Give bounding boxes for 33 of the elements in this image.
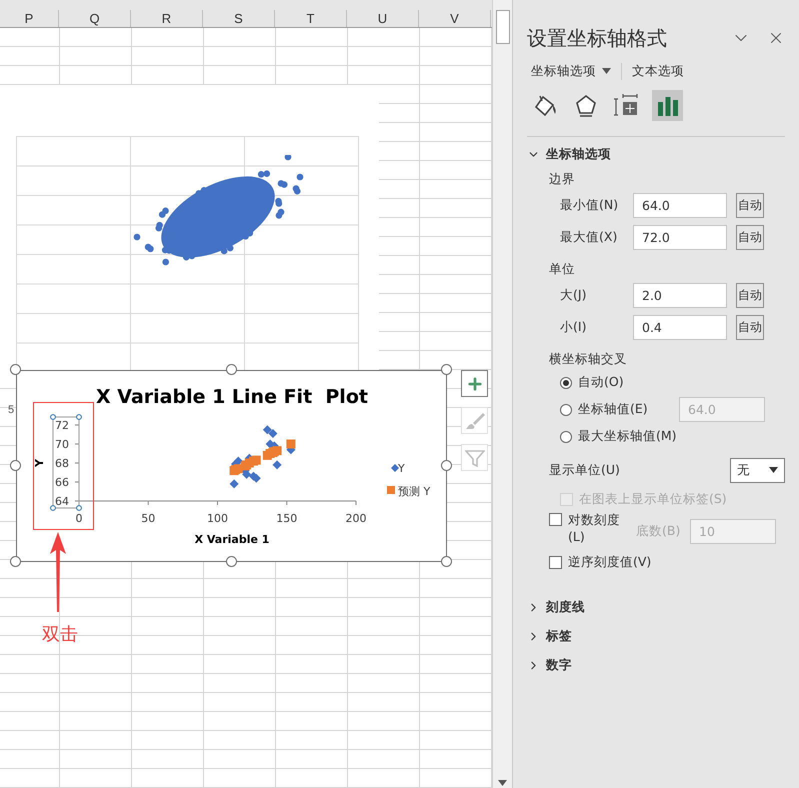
field-label: 底数(B) [636, 522, 682, 540]
group-heading: 边界 [549, 170, 576, 188]
checkbox-label: 对数刻度(L) [568, 511, 620, 545]
axis-tick-label: 66 [55, 476, 69, 489]
axis-tick-label: 50 [141, 512, 156, 525]
axis-tick-label: 70 [55, 438, 69, 451]
radio-label: 坐标轴值(E) [578, 401, 649, 418]
panel-title: 设置坐标轴格式 [527, 24, 668, 52]
group-heading: 单位 [549, 260, 576, 278]
annotation-label: 双击 [42, 623, 78, 646]
axis-tick-label: 100 [207, 512, 228, 525]
checkbox-label: 在图表上显示单位标签(S) [579, 491, 727, 508]
field-label: 大(J) [560, 286, 588, 304]
axis-tick-label: 72 [55, 419, 69, 432]
checkbox-label: 逆序刻度值(V) [568, 554, 652, 571]
radio-label: 最大坐标轴值(M) [578, 428, 677, 445]
radio-label: 自动(O) [578, 374, 624, 391]
field-label: 最小值(N) [560, 196, 620, 214]
group-heading: 横坐标轴交叉 [549, 350, 628, 368]
axis-tick-label: 200 [346, 512, 366, 525]
legend-label: Y [398, 462, 405, 475]
chart-title: X Variable 1 Line Fit Plot [96, 386, 368, 408]
x-axis-title: X Variable 1 [194, 533, 270, 546]
y-axis-title: Y [33, 459, 46, 467]
axis-tick-label: 64 [55, 495, 69, 508]
field-label: 小(I) [560, 318, 588, 336]
legend-label: 预测 Y [398, 485, 430, 498]
field-label: 最大值(X) [560, 228, 618, 246]
axis-tick-label: 68 [55, 457, 69, 470]
axis-tick-label: 0 [76, 512, 82, 525]
field-label: 显示单位(U) [549, 462, 620, 478]
axis-tick-label: 5 [8, 404, 14, 416]
axis-tick-label: 150 [276, 512, 298, 525]
